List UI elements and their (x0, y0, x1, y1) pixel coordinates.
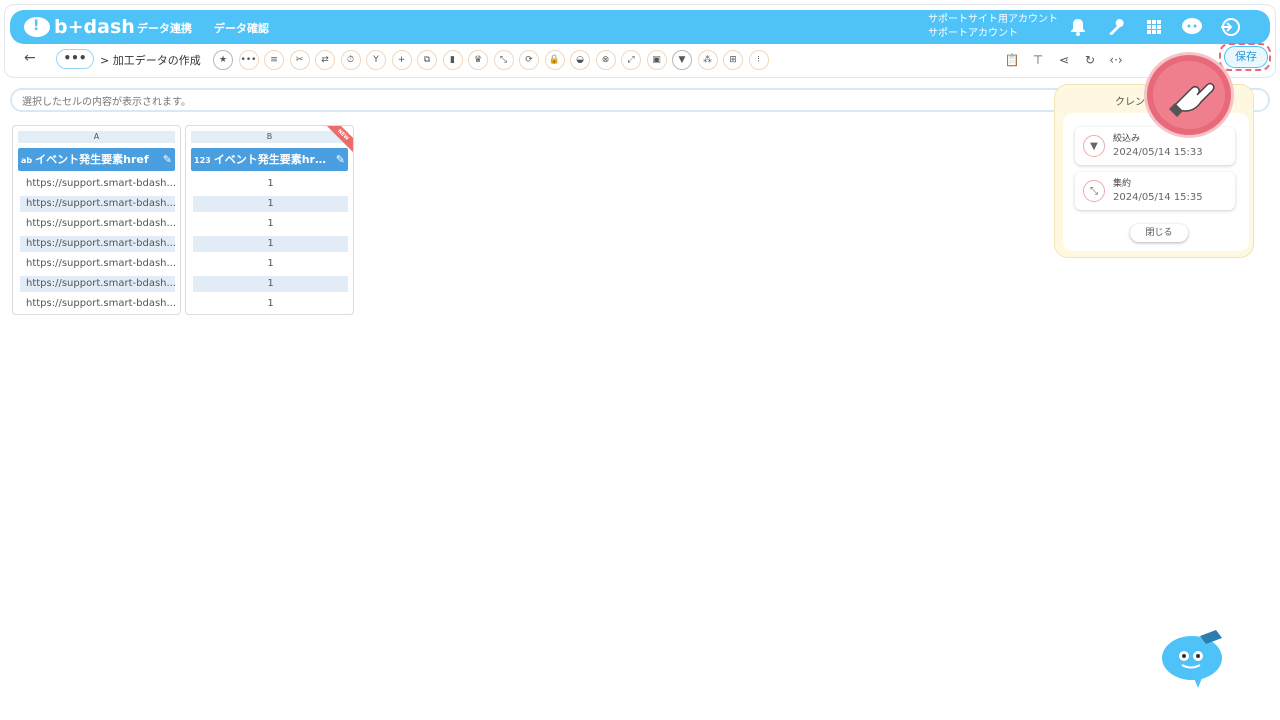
edit-pencil-icon[interactable]: ✎ (163, 148, 172, 171)
history-date: 2024/05/14 15:33 (1113, 147, 1203, 158)
text-type-icon: ab (21, 156, 33, 165)
history-date: 2024/05/14 15:35 (1113, 192, 1203, 203)
table-cell[interactable]: https://support.smart-bdash... (20, 216, 175, 232)
share-icon[interactable]: ⋖ (1055, 50, 1073, 70)
column-b[interactable]: B 123 イベント発生要素hr… ✎ NEW 1 1 1 1 1 1 1 (185, 125, 354, 315)
bell-icon[interactable] (1066, 15, 1090, 39)
close-button[interactable]: 閉じる (1130, 224, 1188, 242)
breadcrumb: > 加工データの作成 (100, 54, 201, 67)
pointer-hand-inner (1153, 61, 1225, 129)
header-icons (1066, 15, 1242, 39)
timer-tool-icon[interactable]: ⏱ (340, 50, 361, 70)
table-tool-icon[interactable]: ⊞ (723, 50, 743, 70)
table-cell[interactable]: https://support.smart-bdash... (20, 296, 175, 312)
logo[interactable]: b+dash (24, 16, 135, 38)
column-name: イベント発生要素hr… (213, 153, 326, 166)
edit-pencil-icon[interactable]: ✎ (336, 148, 345, 171)
logout-icon[interactable] (1218, 15, 1242, 39)
pointer-hand-icon (1144, 52, 1234, 138)
aggregate-icon: ⤡ (1083, 180, 1105, 202)
history-name: 集約 (1113, 179, 1132, 189)
grid-icon[interactable] (1142, 15, 1166, 39)
logo-text: b+dash (54, 16, 135, 38)
column-name: イベント発生要素href (35, 153, 149, 166)
filter-tool-icon[interactable]: ▼ (672, 50, 692, 70)
chat-icon[interactable] (1180, 15, 1204, 39)
delete-tool-icon[interactable]: ▮ (442, 50, 463, 70)
column-letter: B (191, 131, 348, 143)
main-nav: データ連携 データ確認 (137, 20, 269, 36)
table-cell[interactable]: 1 (193, 296, 348, 312)
wrench-icon[interactable] (1104, 15, 1128, 39)
favorite-tool-icon[interactable]: ★ (213, 50, 233, 70)
nav-data-check[interactable]: データ確認 (214, 20, 269, 36)
nav-data-integration[interactable]: データ連携 (137, 20, 192, 36)
cube-tool-icon[interactable]: ◒ (570, 50, 590, 70)
add-tool-icon[interactable]: + (391, 50, 412, 70)
right-tools: 📋 ⊤ ⋖ ↻ ‹·› (1003, 50, 1125, 70)
table-cell[interactable]: https://support.smart-bdash... (20, 196, 175, 212)
clipboard-icon[interactable]: 📋 (1003, 50, 1021, 70)
repeat-tool-icon[interactable]: ⟳ (519, 50, 539, 70)
crown-tool-icon[interactable]: ♛ (468, 50, 488, 70)
list-tool-icon[interactable]: ≡ (264, 50, 284, 70)
more-tool-icon[interactable]: ••• (238, 50, 259, 70)
table-cell[interactable]: 1 (193, 276, 348, 292)
account-user: サポートアカウント (928, 28, 1018, 39)
processing-tools: ★ ••• ≡ ✂ ⇄ ⏱ Y + ⧉ ▮ ♛ ⤡ ⟳ 🔒 ◒ ⊗ ⤢ ▣ ▼ … (213, 50, 769, 70)
history-item[interactable]: ▼ 絞込み 2024/05/14 15:33 (1075, 127, 1235, 165)
top-header: b+dash データ連携 データ確認 サポートサイト用アカウント サポートアカウ… (10, 10, 1270, 44)
table-cell[interactable]: 1 (193, 236, 348, 252)
history-name: 絞込み (1113, 134, 1141, 144)
expand-tool-icon[interactable]: ⤢ (621, 50, 641, 70)
table-cell[interactable]: https://support.smart-bdash... (20, 236, 175, 252)
save-highlight-ring (1219, 43, 1271, 71)
number-type-icon: 123 (194, 156, 211, 165)
back-arrow-icon[interactable]: ← (24, 50, 36, 66)
pattern-tool-icon[interactable]: ⁂ (697, 50, 718, 70)
history-list: ▼ 絞込み 2024/05/14 15:33 ⤡ 集約 2024/05/14 1… (1063, 113, 1249, 251)
column-a[interactable]: A ab イベント発生要素href ✎ https://support.smart… (12, 125, 181, 315)
aggregate-tool-icon[interactable]: ⤡ (493, 50, 514, 70)
column-letter: A (18, 131, 175, 143)
swap-tool-icon[interactable]: ⇄ (315, 50, 335, 70)
toolbar: ← ••• > 加工データの作成 ★ ••• ≡ ✂ ⇄ ⏱ Y + ⧉ ▮ ♛… (10, 46, 1270, 74)
table-cell[interactable]: 1 (193, 196, 348, 212)
column-header[interactable]: ab イベント発生要素href ✎ (18, 148, 175, 171)
column-tool-icon[interactable]: ⁝ (748, 50, 769, 70)
account-info[interactable]: サポートサイト用アカウント サポートアカウント (928, 13, 1058, 41)
table-cell[interactable]: https://support.smart-bdash... (20, 276, 175, 292)
lock-tool-icon[interactable]: 🔒 (544, 50, 565, 70)
table-cell[interactable]: https://support.smart-bdash... (20, 256, 175, 272)
history-item[interactable]: ⤡ 集約 2024/05/14 15:35 (1075, 172, 1235, 210)
filter-icon: ▼ (1083, 135, 1105, 157)
table-cell[interactable]: https://support.smart-bdash... (20, 176, 175, 192)
copy-tool-icon[interactable]: ⧉ (417, 50, 437, 70)
table-cell[interactable]: 1 (193, 176, 348, 192)
logo-bubble-icon (24, 17, 50, 37)
cancel-tool-icon[interactable]: ⊗ (595, 50, 616, 70)
branch-tool-icon[interactable]: Y (366, 50, 386, 70)
table-cell[interactable]: 1 (193, 256, 348, 272)
breadcrumb-more-button[interactable]: ••• (56, 49, 94, 69)
code-icon[interactable]: ‹·› (1107, 50, 1125, 70)
cut-tool-icon[interactable]: ✂ (289, 50, 310, 70)
column-header[interactable]: 123 イベント発生要素hr… ✎ (191, 148, 348, 171)
flow-icon[interactable]: ⊤ (1029, 50, 1047, 70)
frame-tool-icon[interactable]: ▣ (646, 50, 667, 70)
mascot-icon[interactable] (1160, 630, 1226, 690)
popup-title: クレン (1115, 97, 1145, 108)
table-cell[interactable]: 1 (193, 216, 348, 232)
account-name: サポートサイト用アカウント (928, 14, 1058, 25)
refresh-icon[interactable]: ↻ (1081, 50, 1099, 70)
